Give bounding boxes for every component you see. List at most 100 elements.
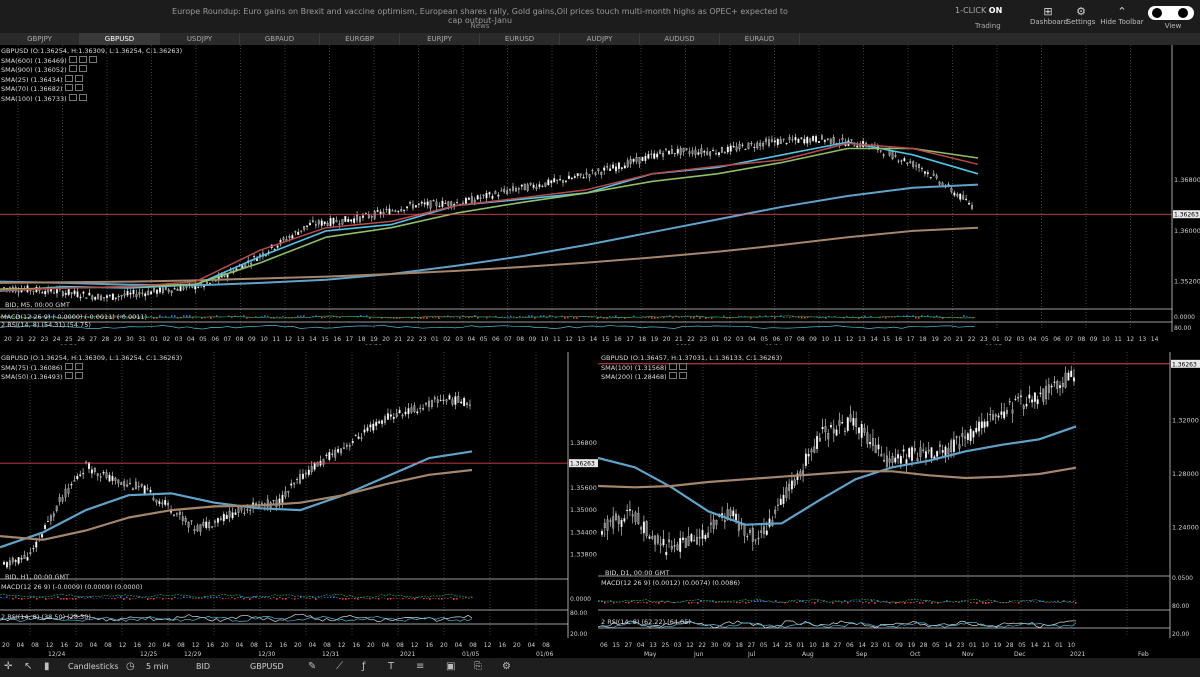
pencil-icon[interactable]: ✎ (308, 661, 316, 672)
h1-x-tick-label: 08 (323, 642, 331, 649)
h1-candle-body (26, 557, 29, 561)
save-icon[interactable]: ⎘ (474, 661, 482, 672)
m5-candle-body (732, 145, 735, 148)
chart-settings-icon[interactable]: ▣ (446, 661, 455, 672)
h1-date-label: 12/24 (48, 651, 65, 658)
m5-x-tick-label: 05 (199, 336, 207, 343)
m5-x-tick-label: 02 (163, 336, 171, 343)
settings-icon[interactable]: ⚙ (502, 661, 511, 672)
d1-x-tick-label: 06 (846, 642, 854, 649)
price-type-select[interactable]: BID (196, 662, 210, 671)
d1-candle-body (944, 446, 947, 457)
m5-x-tick-label: 01 (992, 336, 1000, 343)
cursor-icon[interactable]: ↖ (24, 661, 32, 672)
clock-icon[interactable]: ◷ (126, 661, 135, 672)
h1-macd-bar (51, 598, 53, 599)
d1-x-tick-label: 18 (735, 642, 743, 649)
tab-eurusd[interactable]: EURUSD (480, 33, 560, 45)
m5-candle-body (359, 216, 361, 223)
m5-macd-bar (276, 316, 278, 318)
d1-chart[interactable]: 1.36263 1.32000 1.28000 1.24000 0.0500 80.00 2… (598, 352, 1200, 658)
h1-candle-body (448, 395, 451, 400)
candlestick-icon[interactable]: ▮ (44, 661, 50, 672)
h1-macd-bar (342, 598, 344, 600)
d1-legend-sma200: SMA(200) (1.28468) (601, 372, 782, 382)
indicator-icon[interactable]: ƒ (362, 661, 366, 672)
h1-macd-bar (327, 597, 329, 598)
d1-x-tick-label: 27 (625, 642, 633, 649)
d1-macd-bar (880, 602, 882, 603)
d1-month-label: Sep (856, 651, 868, 658)
d1-candle-body (1070, 370, 1073, 378)
h1-x-tick-label: 16 (206, 642, 214, 649)
m5-macd-bar (303, 315, 305, 317)
d1-candle-body (785, 487, 788, 498)
m5-candle-body (323, 221, 326, 225)
m5-candle-body (497, 194, 500, 197)
hide-toolbar-button[interactable]: ⌃ Hide Toolbar (1100, 5, 1144, 26)
d1-x-tick-label: 01 (1055, 642, 1063, 649)
ruler-icon[interactable]: ⟋ (336, 661, 343, 672)
h1-macd-bar (330, 596, 332, 598)
timeframe-select[interactable]: 5 min (146, 662, 169, 671)
h1-macd-bar (264, 596, 266, 598)
d1-macd-bar (634, 602, 636, 603)
h1-candle-body (316, 461, 319, 467)
d1-macd-bar (793, 601, 795, 602)
tab-usdjpy[interactable]: USDJPY (160, 33, 240, 45)
view-toggle-icon[interactable] (1148, 6, 1194, 20)
h1-x-tick-label: 20 (513, 642, 521, 649)
tab-audjpy[interactable]: AUDJPY (560, 33, 640, 45)
h1-macd-bar (108, 598, 110, 599)
m5-candle-body (226, 274, 229, 278)
m5-candle-body (665, 148, 667, 150)
m5-x-tick-label: 08 (797, 336, 805, 343)
lines-tool-icon[interactable]: ≡ (416, 661, 424, 672)
d1-x-tick-label: 27 (834, 642, 842, 649)
m5-candle-body (350, 219, 353, 222)
m5-candle-body (582, 177, 585, 179)
one-click-toggle-label[interactable]: 1-CLICK ON (955, 6, 1002, 15)
tab-gbpusd[interactable]: GBPUSD (80, 33, 160, 45)
symbol-select[interactable]: GBPUSD (250, 662, 284, 671)
crosshair-icon[interactable]: ✛ (4, 661, 12, 672)
tab-eurgbp[interactable]: EURGBP (320, 33, 400, 45)
tab-gbpaud[interactable]: GBPAUD (240, 33, 320, 45)
tab-euraud[interactable]: EURAUD (720, 33, 800, 45)
h1-macd-bar (462, 598, 464, 599)
h1-macd-bar (237, 597, 239, 598)
m5-candle-body (779, 139, 782, 144)
settings-button[interactable]: ⚙ Settings (1066, 5, 1096, 26)
tab-eurjpy[interactable]: EURJPY (400, 33, 480, 45)
m5-x-tick-label: 05 (760, 336, 768, 343)
m5-candle-body (373, 211, 376, 219)
tab-audusd[interactable]: AUDUSD (640, 33, 720, 45)
tab-gbpjpy[interactable]: GBPJPY (0, 33, 80, 45)
h1-candle-body (167, 503, 170, 506)
d1-candle-body (916, 458, 919, 462)
d1-candle-body (849, 414, 852, 422)
m5-candle-body (291, 235, 294, 239)
m5-x-tick-label: 15 (321, 336, 329, 343)
h1-candle-body (123, 481, 126, 487)
m5-candle-body (550, 180, 553, 183)
m5-x-tick-label: 13 (297, 336, 305, 343)
h1-candle-body (90, 469, 93, 474)
h1-candle-body (52, 513, 55, 517)
m5-x-tick-label: 06 (1053, 336, 1061, 343)
d1-macd-bar (808, 601, 810, 603)
m5-macd-bar (801, 317, 803, 319)
h1-macd-bar (45, 598, 47, 600)
text-tool-icon[interactable]: T (388, 661, 394, 672)
h1-candle-body (190, 520, 193, 522)
d1-candle-body (670, 546, 673, 550)
d1-candle-body (1067, 372, 1070, 381)
m5-macd-bar (531, 315, 533, 317)
d1-macd-bar (985, 602, 987, 604)
d1-macd-bar (805, 602, 807, 603)
d1-candle-body (1039, 392, 1042, 395)
m5-candle-body (520, 184, 523, 187)
h1-macd-bar (354, 598, 356, 600)
chart-type-select[interactable]: Candlesticks (68, 662, 119, 671)
dashboard-button[interactable]: ⊞ Dashboard (1030, 5, 1068, 26)
